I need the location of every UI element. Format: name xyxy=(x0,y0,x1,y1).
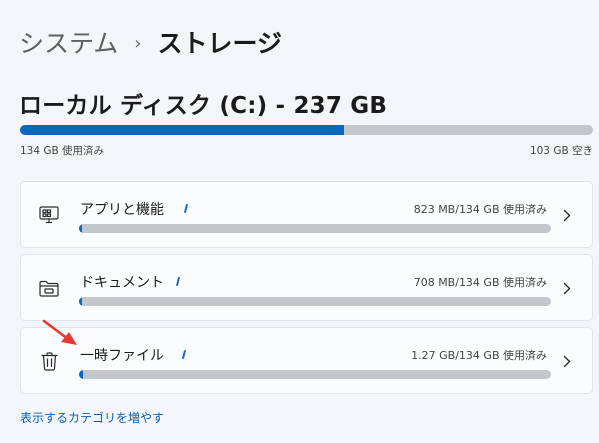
category-usage-fill xyxy=(79,370,84,379)
category-usage-bar xyxy=(79,297,551,306)
drive-free-label: 103 GB 空き xyxy=(529,145,593,157)
category-usage-bar xyxy=(79,224,551,233)
category-label: ドキュメント xyxy=(80,275,164,291)
loading-tick xyxy=(175,277,181,286)
show-more-categories-link[interactable]: 表示するカテゴリを増やす xyxy=(20,409,164,426)
page-title: ストレージ xyxy=(157,29,282,58)
chevron-right-icon xyxy=(560,207,574,223)
category-usage-bar xyxy=(79,370,551,379)
loading-tick xyxy=(181,350,187,359)
loading-tick xyxy=(183,204,189,213)
chevron-right-icon xyxy=(560,280,574,296)
breadcrumb-system-link[interactable]: システム xyxy=(19,26,118,62)
breadcrumb-separator-icon: › xyxy=(134,33,142,54)
drive-usage-fill xyxy=(20,125,344,135)
category-card-apps[interactable]: アプリと機能 823 MB/134 GB 使用済み xyxy=(20,181,593,248)
category-usage-fill xyxy=(79,224,82,233)
category-card-documents[interactable]: ドキュメント 708 MB/134 GB 使用済み xyxy=(20,254,593,321)
category-usage-fill xyxy=(79,297,82,306)
drive-usage-bar xyxy=(20,125,593,135)
annotation-arrow-icon xyxy=(42,319,77,345)
drive-used-label: 134 GB 使用済み xyxy=(20,145,105,157)
category-usage: 823 MB/134 GB 使用済み xyxy=(413,203,547,216)
folder-icon xyxy=(38,277,60,299)
apps-icon xyxy=(38,204,60,226)
drive-title: ローカル ディスク (C:) - 237 GB xyxy=(19,93,388,119)
chevron-right-icon xyxy=(560,353,574,369)
category-usage: 708 MB/134 GB 使用済み xyxy=(413,276,547,289)
trash-icon xyxy=(38,350,60,372)
category-usage: 1.27 GB/134 GB 使用済み xyxy=(411,349,547,362)
category-card-temp-files[interactable]: 一時ファイル 1.27 GB/134 GB 使用済み xyxy=(20,327,593,394)
category-label: 一時ファイル xyxy=(80,348,164,364)
category-label: アプリと機能 xyxy=(80,202,164,218)
breadcrumb: システム › ストレージ xyxy=(19,26,282,62)
